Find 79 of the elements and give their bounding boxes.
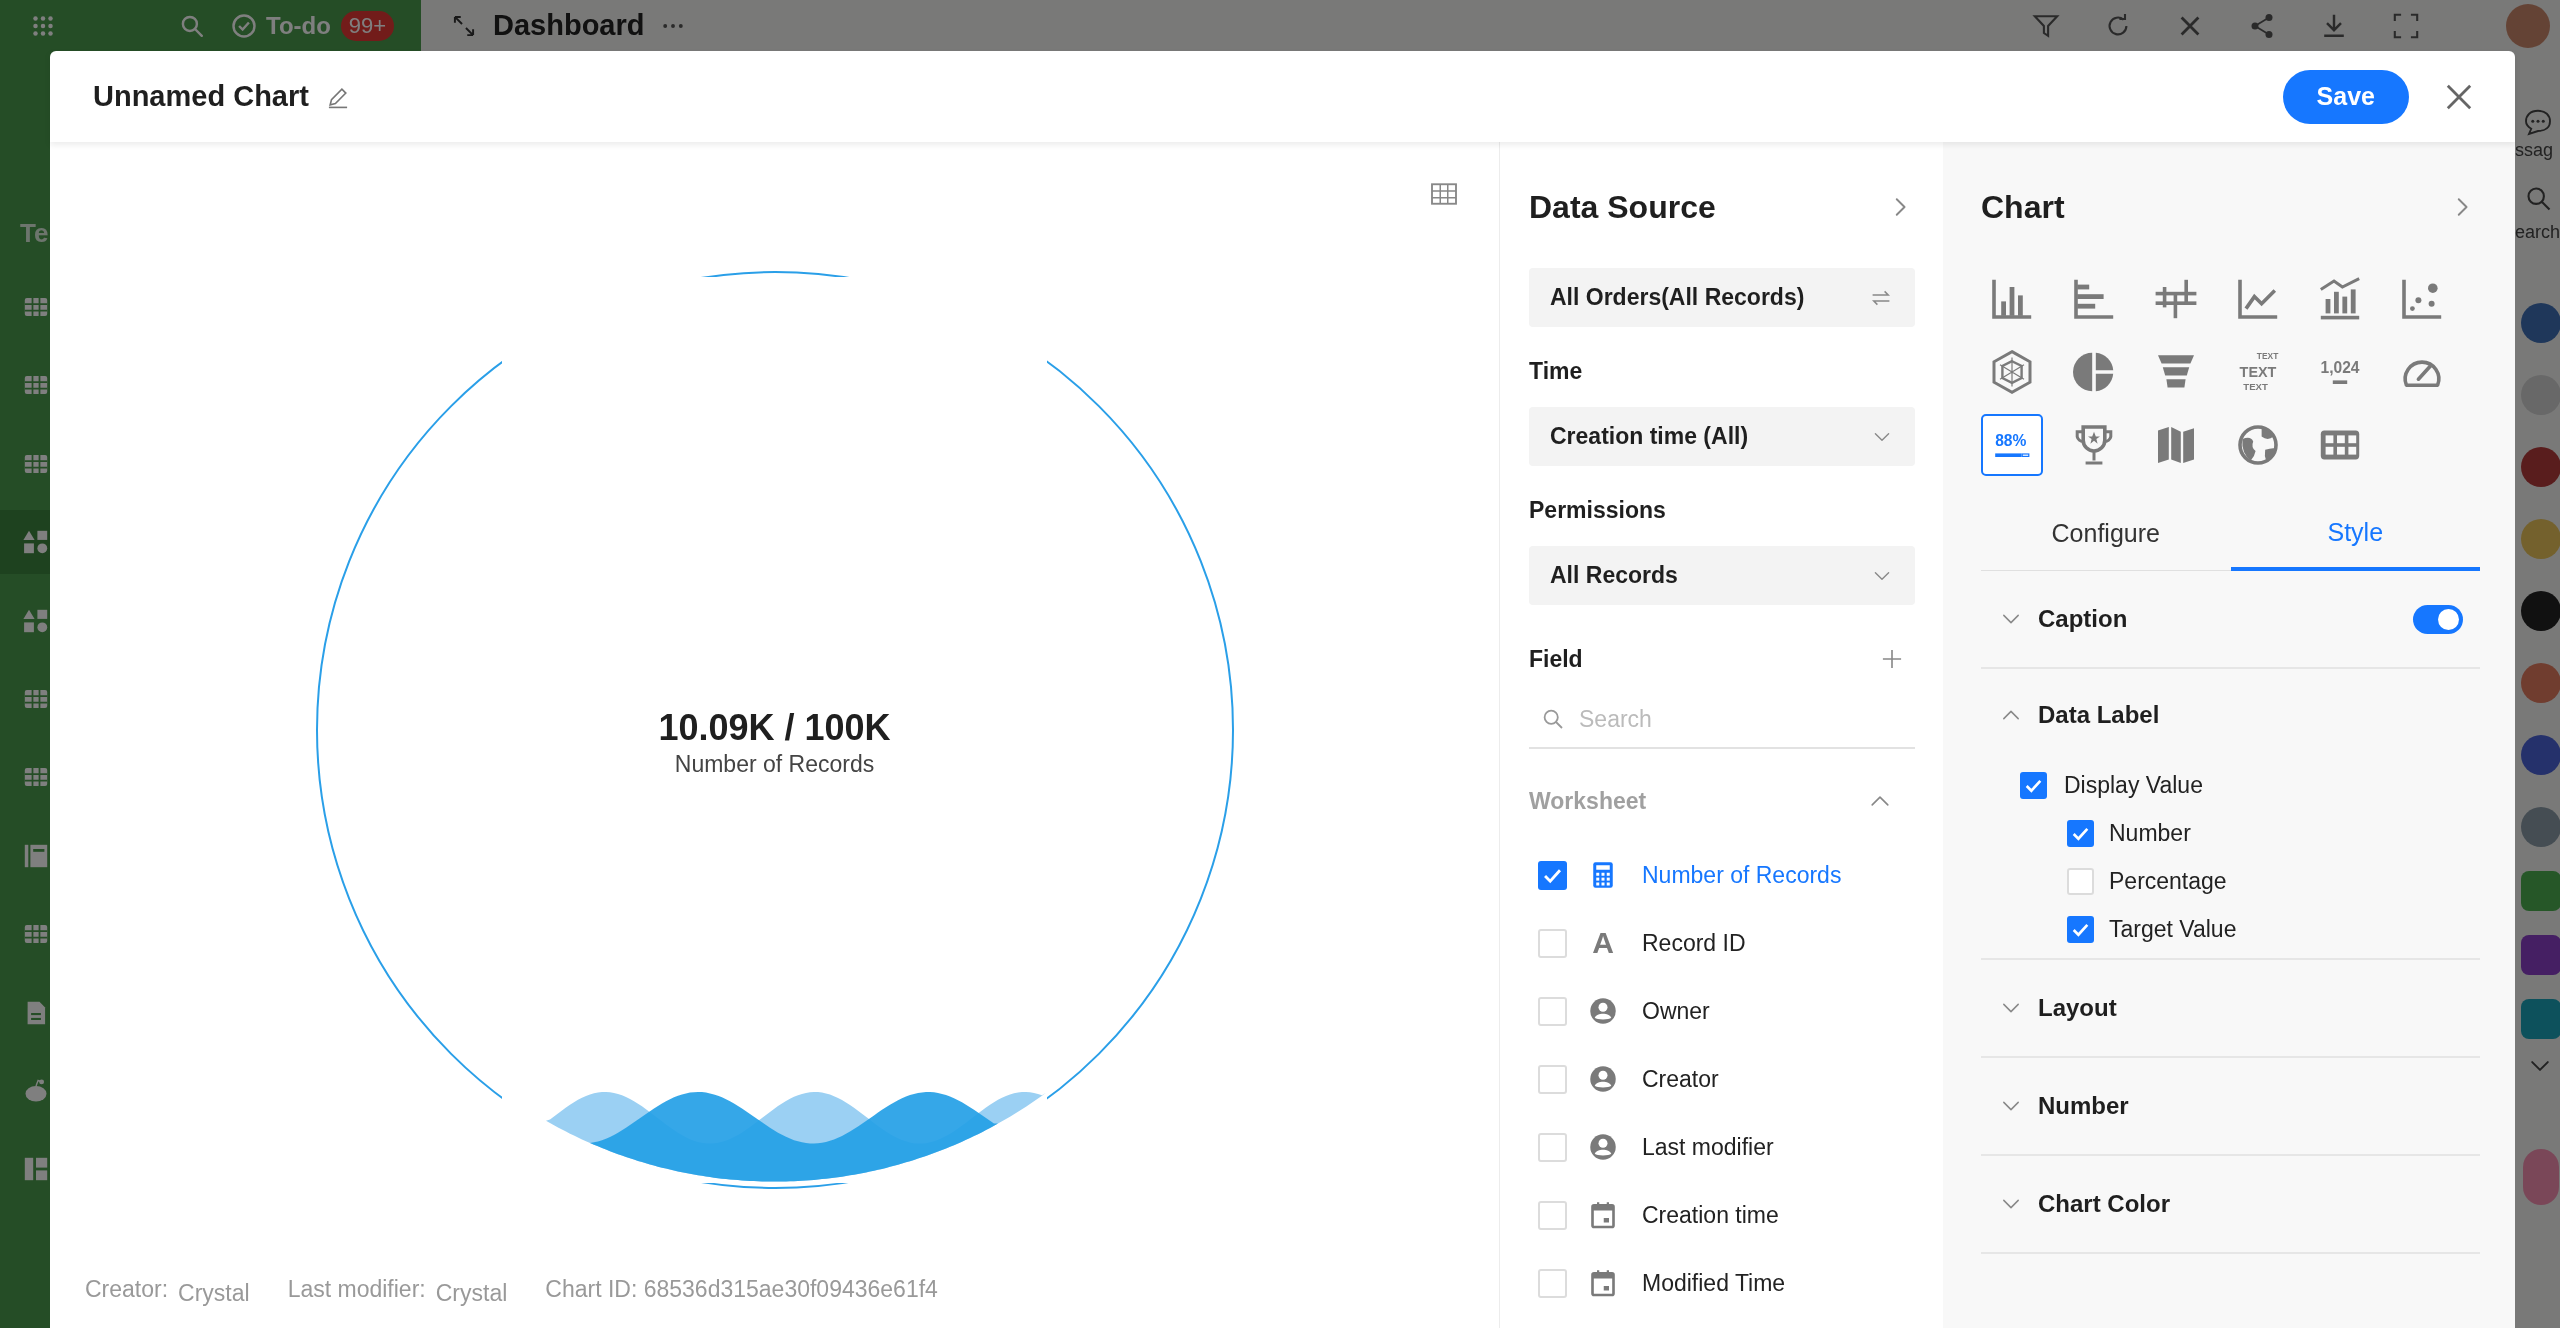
checkbox[interactable]	[1538, 1064, 1567, 1094]
field-item[interactable]: Creation time	[1642, 1197, 1779, 1233]
field-label: Permissions	[1529, 496, 1667, 525]
avatar[interactable]	[2506, 3, 2550, 48]
app-icon[interactable]	[2521, 871, 2560, 911]
checkbox[interactable]	[1538, 928, 1567, 958]
select-field[interactable]: Creation time (All)	[1529, 407, 1915, 466]
search-icon[interactable]	[2525, 185, 2553, 213]
search-field[interactable]: Search	[1579, 699, 1915, 739]
calendar-icon	[1588, 1268, 1618, 1298]
field-item[interactable]: Modified Time	[1642, 1265, 1786, 1301]
checkbox[interactable]	[2067, 915, 2094, 943]
app-icon[interactable]	[2521, 999, 2560, 1039]
calendar-icon	[1588, 1200, 1618, 1230]
avatar[interactable]	[2521, 663, 2560, 703]
fullscreen-icon[interactable]	[2392, 11, 2420, 40]
checkbox[interactable]	[1538, 996, 1567, 1026]
text-type-icon: A	[1588, 928, 1618, 958]
user-icon	[1588, 1064, 1618, 1094]
tab[interactable]: Configure	[1981, 498, 2231, 571]
sidebar-label: Te	[19, 217, 50, 250]
footer-value: Crystal	[435, 1278, 508, 1308]
checkbox[interactable]	[2067, 819, 2094, 847]
field-item[interactable]: Owner	[1642, 993, 1710, 1029]
field-label: Field	[1529, 644, 1583, 674]
word-cloud-icon: TEXT TEXT TEXT	[2234, 348, 2282, 396]
option-label[interactable]: Display Value	[2064, 767, 2203, 803]
avatar[interactable]	[2521, 807, 2560, 847]
field-item[interactable]: Number of Records	[1642, 857, 1842, 893]
section-header[interactable]: Layout	[1981, 960, 2480, 1056]
section-header[interactable]: Data Label	[1981, 669, 2480, 761]
section-header[interactable]: Caption	[1981, 571, 2480, 667]
section-header[interactable]: Number	[1981, 1058, 2480, 1154]
checkbox[interactable]	[1538, 1268, 1567, 1298]
search-icon	[1541, 707, 1565, 731]
dialog-title: Unnamed Chart	[93, 78, 309, 114]
field-item[interactable]: Record ID	[1642, 925, 1746, 961]
app-icon[interactable]	[2521, 935, 2560, 975]
section-header[interactable]: Chart Color	[1981, 1156, 2480, 1252]
field-item[interactable]: Creator	[1642, 1061, 1719, 1097]
panel-title: Data Source	[1529, 188, 1716, 227]
panel-title: Chart	[1981, 188, 2065, 227]
count-badge: 99+	[340, 10, 395, 41]
option-label[interactable]: Target Value	[2109, 911, 2237, 947]
page-title: Dashboard	[493, 7, 645, 43]
chart-value: 10.09K / 100K	[658, 707, 891, 749]
select-field[interactable]: All Orders(All Records)	[1529, 268, 1915, 327]
option-label[interactable]: Number	[2109, 815, 2191, 851]
footer-label: Last modifier:	[287, 1274, 426, 1304]
chart-id-text: Chart ID: 68536d315ae30f09436e61f4	[545, 1274, 938, 1304]
footer-value: Crystal	[178, 1278, 250, 1308]
option-label[interactable]: Percentage	[2109, 863, 2227, 899]
user-icon	[1588, 1132, 1618, 1162]
checkbox[interactable]	[2020, 771, 2047, 799]
avatar[interactable]	[2521, 591, 2560, 631]
field-label: Time	[1529, 357, 1584, 386]
tab[interactable]: Style	[2230, 498, 2480, 571]
rail-label: ssag	[2515, 139, 2554, 161]
footer-label: Creator:	[85, 1274, 169, 1304]
chart-caption: Number of Records	[674, 750, 875, 779]
select-field[interactable]: All Records	[1529, 546, 1915, 605]
avatar[interactable]	[2521, 303, 2560, 343]
chart-type-button[interactable]: 88%	[1981, 414, 2043, 476]
checkbox[interactable]	[1538, 1200, 1567, 1230]
check-circle-icon	[230, 11, 258, 40]
checkbox[interactable]	[2067, 867, 2094, 895]
avatar[interactable]	[2521, 735, 2560, 775]
avatar[interactable]	[2521, 447, 2560, 487]
toggle-switch[interactable]	[2413, 604, 2463, 634]
rail-label: earch	[2515, 221, 2560, 243]
chat-icon[interactable]	[2523, 107, 2553, 137]
group-label: Worksheet	[1529, 786, 1647, 816]
checkbox[interactable]	[1538, 860, 1567, 890]
chart-type-button[interactable]: 1,024	[2309, 341, 2371, 403]
chart-type-button[interactable]: TEXT TEXT TEXT	[2227, 341, 2289, 403]
user-icon	[1588, 996, 1618, 1026]
save-button[interactable]: Save	[2282, 69, 2409, 124]
field-item[interactable]: Last modifier	[1642, 1129, 1774, 1165]
checkbox[interactable]	[1538, 1132, 1567, 1162]
